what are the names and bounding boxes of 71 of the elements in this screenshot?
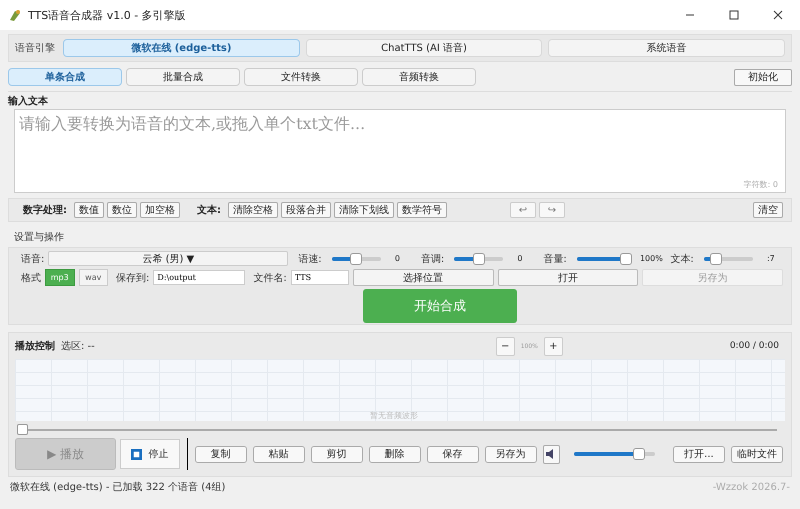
action-button[interactable]: 打开 [498,269,638,286]
slider-thumb[interactable] [620,252,632,264]
window-title: TTS语音合成器 v1.0 - 多引擎版 [28,8,186,22]
text-button[interactable]: 清除下划线 [334,202,394,218]
time-display: 0:00 / 0:00 [730,341,780,351]
action-button[interactable]: 选择位置 [352,269,494,286]
volume-thumb[interactable] [632,448,645,460]
mode-tab[interactable]: 音频转换 [362,68,476,86]
text-button[interactable]: 清除空格 [228,202,278,218]
save-path-field[interactable]: D:\output [153,270,246,285]
close-button[interactable] [773,10,783,20]
format-button[interactable]: wav [78,269,108,286]
filename-field[interactable]: TTS [290,270,349,285]
filename-label: 文件名: [253,272,287,284]
edit-button[interactable]: 粘贴 [252,446,305,462]
slider-reading: :7 [766,254,776,263]
engine-tab[interactable]: ChatTTS (AI 语音) [306,39,542,57]
slider-thumb[interactable] [350,252,362,264]
save-label: 保存到: [116,272,150,284]
engine-tab[interactable]: 系统语音 [548,39,786,57]
zoom-out-button[interactable]: − [496,336,515,356]
voice-label: 语音: [21,252,44,266]
text-button[interactable]: 段落合并 [281,202,331,218]
text-button[interactable]: 数学符号 [397,202,447,218]
slider-thumb[interactable] [472,252,485,264]
playback-title: 播放控制 [15,340,55,353]
edit-button[interactable]: 复制 [194,446,247,462]
redo-button[interactable]: ↪ [539,202,565,218]
edit-button[interactable]: 另存为 [484,446,537,462]
empty-waveform-text: 暂无音频波形 [370,410,418,421]
zoom-in-button[interactable]: + [544,336,563,356]
number-button[interactable]: 加空格 [140,202,180,218]
credit-text: -Wzzok 2026.7- [712,482,790,492]
stop-button[interactable]: 停止 [120,439,180,469]
slider-label: 语速: [298,252,322,266]
slider-reading: 0 [394,254,401,263]
temp-files-button[interactable]: 临时文件 [730,446,783,462]
mode-tab[interactable]: 文件转换 [244,68,358,86]
number-button[interactable]: 数值 [74,202,104,218]
speaker-button[interactable] [542,444,560,464]
edit-button[interactable]: 删除 [368,446,421,462]
mode-tab[interactable]: 单条合成 [8,68,122,86]
mode-tab[interactable]: 批量合成 [126,68,240,86]
init-button[interactable]: 初始化 [734,68,792,86]
selection-text: 选区: -- [61,340,95,353]
slider-label: 音量: [543,252,567,266]
app-icon [8,8,22,22]
edit-button[interactable]: 剪切 [310,446,363,462]
slider-label: 文本: [670,252,694,266]
settings-title: 设置与操作 [14,230,65,244]
maximize-button[interactable] [729,10,739,20]
char-count: 字符数: 0 [744,179,778,190]
slider-thumb[interactable] [710,252,722,264]
seek-thumb[interactable] [17,424,28,435]
number-label: 数字处理: [23,203,67,217]
engine-tab[interactable]: 微软在线 (edge-tts) [63,39,300,57]
slider-reading: 100% [640,254,660,263]
slider-label: 音调: [420,252,444,266]
engine-label: 语音引擎 [15,42,55,55]
stop-icon [131,448,142,460]
voice-dropdown[interactable]: 云希 (男) ▼ [48,251,288,266]
open-button[interactable]: 打开... [672,446,725,462]
slider-reading: 0 [517,254,524,263]
input-label: 输入文本 [8,94,49,108]
clear-button[interactable]: 清空 [753,202,783,218]
undo-button[interactable]: ↩ [510,202,536,218]
edit-button[interactable]: 保存 [426,446,479,462]
format-label: 格式 [21,272,41,284]
number-button[interactable]: 数位 [107,202,137,218]
text-label: 文本: [197,204,221,217]
status-text: 微软在线 (edge-tts) - 已加载 322 个语音 (4组) [10,480,226,494]
